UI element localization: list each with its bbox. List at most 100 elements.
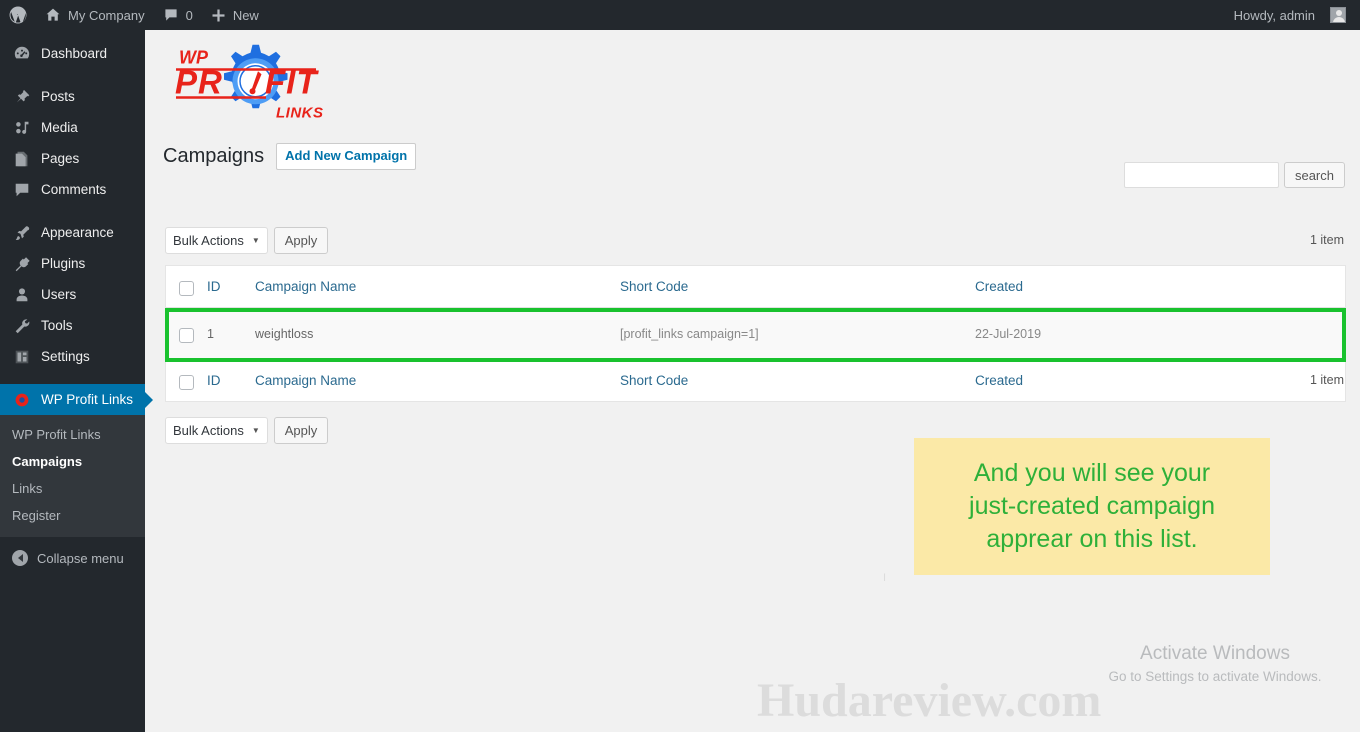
plug-icon xyxy=(12,254,32,274)
howdy-label: Howdy, admin xyxy=(1233,7,1315,23)
sidebar-label: Users xyxy=(41,286,77,302)
sidebar-item-dashboard[interactable]: Dashboard xyxy=(0,38,145,69)
wp-profit-links-logo: WP PR FIT LINKS xyxy=(165,32,340,142)
sidebar-label: Settings xyxy=(41,348,90,364)
content-area: WP PR FIT LINKS Campaigns Add New Campai… xyxy=(145,30,1360,732)
sidebar-separator xyxy=(0,205,145,217)
sidebar-item-comments[interactable]: Comments xyxy=(0,174,145,205)
sidebar-submenu: WP Profit Links Campaigns Links Register xyxy=(0,415,145,537)
sidebar-label: Posts xyxy=(41,88,75,104)
bulk-actions-label: Bulk Actions xyxy=(173,233,244,248)
profit-links-icon xyxy=(12,390,32,410)
table-header-row: ID Campaign Name Short Code Created xyxy=(166,266,1345,308)
row-select-cell[interactable] xyxy=(166,325,207,343)
submenu-item-register[interactable]: Register xyxy=(0,502,145,529)
column-header-short-code[interactable]: Short Code xyxy=(620,279,975,294)
bulk-actions-bottom: Bulk Actions ▼ Apply xyxy=(165,417,329,444)
chevron-down-icon: ▼ xyxy=(251,426,260,435)
callout-line-1: And you will see your xyxy=(973,459,1211,487)
svg-text:PR: PR xyxy=(175,63,223,100)
sidebar-label: Dashboard xyxy=(41,45,108,61)
item-count-top: 1 item xyxy=(1309,233,1344,247)
bulk-actions-select-top[interactable]: Bulk Actions ▼ xyxy=(165,227,268,254)
callout-line-2: just-created campaign xyxy=(969,492,1215,520)
submenu-item-links[interactable]: Links xyxy=(0,475,145,502)
collapse-arrow-icon xyxy=(12,550,28,566)
activate-windows-subtitle: Go to Settings to activate Windows. xyxy=(1108,668,1322,684)
row-checkbox[interactable] xyxy=(179,327,194,343)
select-all-cell-top[interactable] xyxy=(166,278,207,296)
site-watermark: Hudareview.com xyxy=(757,674,1102,727)
site-name-menu[interactable]: My Company xyxy=(36,0,154,30)
submenu-item-wp-profit-links[interactable]: WP Profit Links xyxy=(0,421,145,448)
column-header-campaign-name[interactable]: Campaign Name xyxy=(255,279,620,294)
text-cursor-artifact: I xyxy=(883,572,887,584)
sidebar-item-media[interactable]: Media xyxy=(0,112,145,143)
sidebar-label: Pages xyxy=(41,150,80,166)
page-icon xyxy=(12,149,32,169)
account-menu[interactable]: Howdy, admin xyxy=(1225,0,1360,30)
page-title: Campaigns xyxy=(163,144,265,167)
admin-bar: My Company 0 New Howdy, admin xyxy=(0,0,1360,30)
chevron-down-icon: ▼ xyxy=(251,236,260,245)
apply-button-bottom[interactable]: Apply xyxy=(273,417,329,444)
add-new-campaign-button[interactable]: Add New Campaign xyxy=(276,143,417,170)
annotation-callout: And you will see your just-created campa… xyxy=(914,438,1270,575)
column-footer-created[interactable]: Created xyxy=(975,373,1345,388)
svg-text:FIT: FIT xyxy=(265,63,319,100)
column-footer-id[interactable]: ID xyxy=(207,373,255,388)
sidebar-item-pages[interactable]: Pages xyxy=(0,143,145,174)
media-icon xyxy=(12,118,32,138)
select-all-checkbox-top[interactable] xyxy=(179,280,194,296)
cell-id: 1 xyxy=(207,326,214,341)
sidebar-item-plugins[interactable]: Plugins xyxy=(0,248,145,279)
column-footer-campaign-name[interactable]: Campaign Name xyxy=(255,373,620,388)
settings-icon xyxy=(12,347,32,367)
submenu-item-campaigns[interactable]: Campaigns xyxy=(0,448,145,475)
bulk-actions-top: Bulk Actions ▼ Apply xyxy=(165,227,329,254)
sidebar-item-wp-profit-links[interactable]: WP Profit Links xyxy=(0,384,153,415)
page-header: Campaigns Add New Campaign xyxy=(163,143,417,170)
sidebar-label: Plugins xyxy=(41,255,86,271)
apply-button-top[interactable]: Apply xyxy=(273,227,329,254)
sidebar-item-posts[interactable]: Posts xyxy=(0,81,145,112)
new-label: New xyxy=(232,7,259,23)
admin-sidebar: Dashboard Posts Media Pages Comments App… xyxy=(0,30,153,732)
column-header-created[interactable]: Created xyxy=(975,279,1345,294)
item-count-bottom: 1 item xyxy=(1309,373,1344,387)
select-all-checkbox-bottom[interactable] xyxy=(179,374,194,390)
search-input[interactable] xyxy=(1123,162,1279,188)
sidebar-label: Comments xyxy=(41,181,107,197)
cell-campaign-name[interactable]: weightloss xyxy=(255,327,620,341)
new-content-menu[interactable]: New xyxy=(202,0,268,30)
avatar xyxy=(1330,7,1346,23)
sidebar-item-tools[interactable]: Tools xyxy=(0,310,145,341)
home-icon xyxy=(45,7,61,23)
bulk-actions-label: Bulk Actions xyxy=(173,423,244,438)
sidebar-label: Tools xyxy=(41,317,73,333)
sidebar-item-settings[interactable]: Settings xyxy=(0,341,145,372)
comments-menu[interactable]: 0 xyxy=(154,0,202,30)
svg-text:LINKS: LINKS xyxy=(276,104,324,121)
callout-line-3: apprear on this list. xyxy=(986,525,1198,553)
collapse-menu-label: Collapse menu xyxy=(37,550,124,566)
sidebar-label: Appearance xyxy=(41,224,114,240)
sidebar-item-appearance[interactable]: Appearance xyxy=(0,217,145,248)
dashboard-icon xyxy=(12,44,32,64)
comment-bubble-icon xyxy=(163,7,179,23)
sidebar-separator xyxy=(0,372,145,384)
sidebar-item-users[interactable]: Users xyxy=(0,279,145,310)
select-all-cell-bottom[interactable] xyxy=(166,372,207,390)
sidebar-separator xyxy=(0,69,145,81)
column-header-id[interactable]: ID xyxy=(207,279,255,294)
table-row[interactable]: 1 weightloss [profit_links campaign=1] 2… xyxy=(166,308,1345,359)
comments-count: 0 xyxy=(185,7,193,23)
wordpress-icon xyxy=(9,6,27,24)
bulk-actions-select-bottom[interactable]: Bulk Actions ▼ xyxy=(165,417,268,444)
activate-windows-title: Activate Windows xyxy=(1140,643,1290,664)
wordpress-logo-menu[interactable] xyxy=(0,0,36,30)
collapse-menu-button[interactable]: Collapse menu xyxy=(0,541,145,575)
search-button[interactable]: search xyxy=(1283,162,1345,188)
pin-icon xyxy=(12,87,32,107)
column-footer-short-code[interactable]: Short Code xyxy=(620,373,975,388)
